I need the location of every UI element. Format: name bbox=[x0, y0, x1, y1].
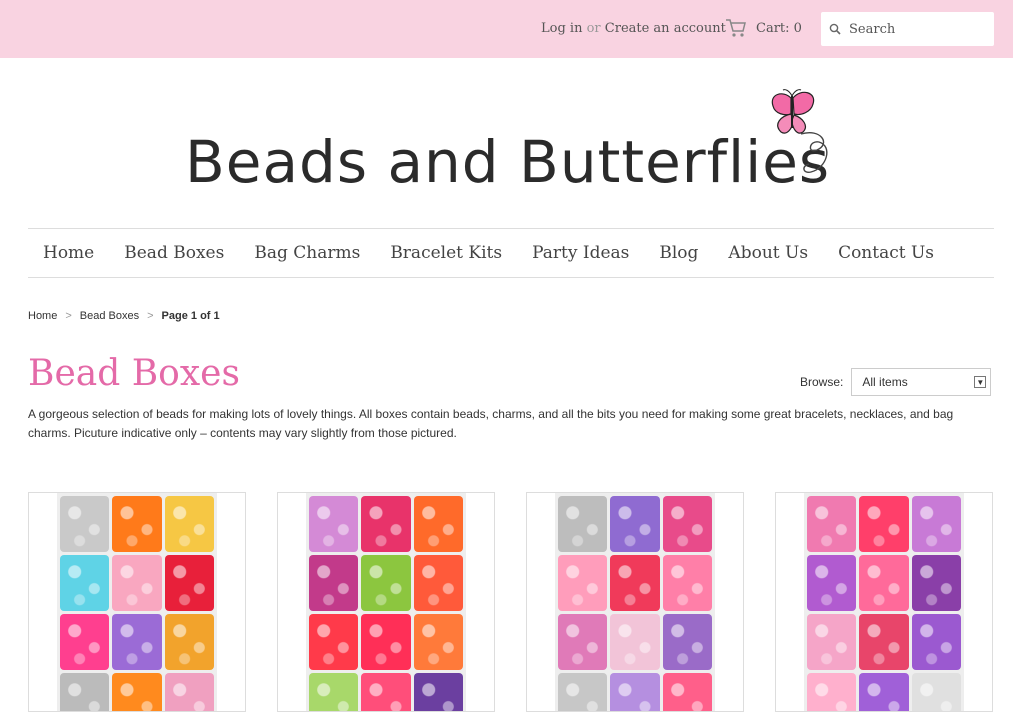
bead-compartment bbox=[807, 614, 857, 670]
bead-compartment bbox=[558, 496, 608, 552]
butterfly-icon bbox=[771, 89, 828, 174]
bead-compartment bbox=[413, 614, 463, 670]
bead-compartment bbox=[112, 555, 162, 611]
breadcrumb-separator: > bbox=[147, 310, 154, 322]
product-card[interactable] bbox=[277, 492, 495, 712]
cart-icon bbox=[726, 19, 746, 37]
breadcrumb-home[interactable]: Home bbox=[28, 310, 57, 322]
top-bar: Log in or Create an account Cart: 0 bbox=[0, 0, 1013, 58]
nav-item-bag-charms[interactable]: Bag Charms bbox=[254, 243, 360, 263]
bead-compartment bbox=[164, 555, 214, 611]
bead-compartment bbox=[610, 555, 660, 611]
bead-compartment bbox=[361, 614, 411, 670]
product-card[interactable] bbox=[28, 492, 246, 712]
bead-compartment bbox=[112, 614, 162, 670]
login-link[interactable]: Log in bbox=[541, 21, 582, 36]
bead-compartment bbox=[60, 555, 110, 611]
browse-filter: Browse: All items ▼ bbox=[800, 368, 992, 396]
bead-compartment bbox=[112, 496, 162, 552]
breadcrumb-bead-boxes[interactable]: Bead Boxes bbox=[80, 310, 139, 322]
search-input[interactable] bbox=[847, 20, 981, 38]
nav-item-about-us[interactable]: About Us bbox=[728, 243, 808, 263]
site-logo[interactable]: Beads and Butterflies bbox=[183, 88, 863, 198]
bead-compartment bbox=[60, 614, 110, 670]
main-nav: Home Bead Boxes Bag Charms Bracelet Kits… bbox=[28, 228, 994, 278]
bead-compartment bbox=[610, 496, 660, 552]
cart-label: Cart: 0 bbox=[756, 20, 802, 36]
create-account-link[interactable]: Create an account bbox=[605, 21, 726, 36]
bead-compartment bbox=[558, 614, 608, 670]
bead-compartment bbox=[60, 496, 110, 552]
breadcrumb-current: Page 1 of 1 bbox=[161, 310, 220, 322]
product-image bbox=[555, 493, 715, 711]
search-box bbox=[821, 12, 994, 46]
bead-compartment bbox=[309, 496, 359, 552]
bead-compartment bbox=[558, 555, 608, 611]
collection-description: A gorgeous selection of beads for making… bbox=[28, 407, 954, 440]
nav-item-contact-us[interactable]: Contact Us bbox=[838, 243, 934, 263]
product-image bbox=[804, 493, 964, 711]
bead-compartment bbox=[859, 614, 909, 670]
search-icon[interactable] bbox=[829, 23, 841, 35]
cart-link[interactable]: Cart: 0 bbox=[725, 18, 802, 38]
bead-compartment bbox=[662, 555, 712, 611]
bead-compartment bbox=[164, 496, 214, 552]
breadcrumb-separator: > bbox=[65, 310, 72, 322]
product-card[interactable] bbox=[775, 492, 993, 712]
bead-compartment bbox=[309, 555, 359, 611]
bead-compartment bbox=[911, 555, 961, 611]
account-links: Log in or Create an account bbox=[541, 21, 726, 36]
page-title: Bead Boxes bbox=[28, 353, 240, 394]
or-text: or bbox=[586, 21, 601, 36]
bead-compartment bbox=[361, 496, 411, 552]
bead-compartment bbox=[911, 496, 961, 552]
bead-compartment bbox=[413, 555, 463, 611]
logo-text: Beads and Butterflies bbox=[185, 128, 831, 196]
bead-compartment bbox=[610, 614, 660, 670]
product-image bbox=[306, 493, 466, 711]
browse-select-value: All items bbox=[862, 375, 908, 389]
bead-compartment bbox=[662, 496, 712, 552]
bead-compartment bbox=[413, 496, 463, 552]
bead-compartment bbox=[361, 555, 411, 611]
bead-compartment bbox=[807, 555, 857, 611]
product-image bbox=[57, 493, 217, 711]
bead-compartment bbox=[859, 555, 909, 611]
bead-compartment bbox=[164, 614, 214, 670]
bead-compartment bbox=[807, 496, 857, 552]
dropdown-arrow-icon: ▼ bbox=[974, 376, 987, 388]
nav-item-bead-boxes[interactable]: Bead Boxes bbox=[124, 243, 224, 263]
bead-compartment bbox=[911, 614, 961, 670]
nav-item-bracelet-kits[interactable]: Bracelet Kits bbox=[390, 243, 502, 263]
bead-compartment bbox=[859, 496, 909, 552]
breadcrumb: Home > Bead Boxes > Page 1 of 1 bbox=[28, 310, 220, 322]
browse-select[interactable]: All items ▼ bbox=[851, 368, 992, 396]
browse-label: Browse: bbox=[800, 375, 844, 389]
nav-item-home[interactable]: Home bbox=[43, 243, 94, 263]
bead-compartment bbox=[309, 614, 359, 670]
nav-item-blog[interactable]: Blog bbox=[659, 243, 698, 263]
product-card[interactable] bbox=[526, 492, 744, 712]
nav-item-party-ideas[interactable]: Party Ideas bbox=[532, 243, 629, 263]
bead-compartment bbox=[662, 614, 712, 670]
